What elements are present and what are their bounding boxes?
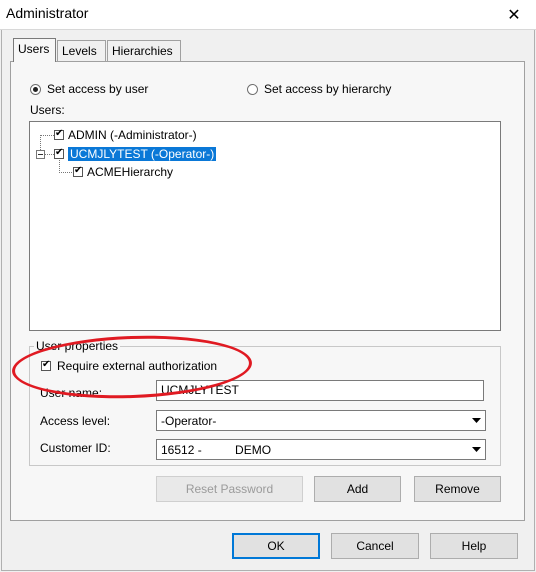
customer-id-label: Customer ID: xyxy=(40,441,111,455)
tab-users[interactable]: Users xyxy=(13,38,56,62)
checkbox-checked-icon xyxy=(41,359,51,371)
checkbox-checked-icon[interactable] xyxy=(73,165,83,177)
help-button[interactable]: Help xyxy=(430,533,518,559)
radio-label-by-user: Set access by user xyxy=(47,82,149,96)
radio-selected-icon xyxy=(30,83,41,95)
radio-set-access-by-user[interactable]: Set access by user xyxy=(30,82,148,96)
tree-node-acmehierarchy[interactable]: ACMEHierarchy xyxy=(73,165,173,179)
tree-node-label: ADMIN (-Administrator-) xyxy=(68,128,197,142)
radio-label-by-hierarchy: Set access by hierarchy xyxy=(264,82,392,96)
tree-connector xyxy=(45,154,54,155)
close-icon: ✕ xyxy=(507,7,521,24)
reset-password-button[interactable]: Reset Password xyxy=(156,476,303,502)
ok-button[interactable]: OK xyxy=(232,533,320,559)
checkbox-checked-icon[interactable] xyxy=(54,147,64,159)
user-properties-label: User properties xyxy=(34,339,121,353)
tree-node-admin[interactable]: ADMIN (-Administrator-) xyxy=(54,128,197,142)
tree-connector xyxy=(40,135,54,136)
collapse-icon[interactable] xyxy=(36,150,45,159)
tree-connector xyxy=(59,172,72,173)
users-label: Users: xyxy=(30,103,65,117)
customer-id-value: 16512 - DEMO xyxy=(161,442,272,457)
chevron-down-icon[interactable] xyxy=(468,412,484,429)
tree-node-label: ACMEHierarchy xyxy=(87,165,174,179)
tree-node-ucmjlytest[interactable]: UCMJLYTEST (-Operator-) xyxy=(54,147,217,161)
customer-id-select[interactable]: 16512 - DEMO xyxy=(156,439,486,460)
access-level-label: Access level: xyxy=(40,414,111,428)
cancel-button[interactable]: Cancel xyxy=(331,533,419,559)
remove-button[interactable]: Remove xyxy=(414,476,501,502)
checkbox-checked-icon[interactable] xyxy=(54,128,64,140)
chevron-down-icon[interactable] xyxy=(468,441,484,458)
require-external-authorization-label: Require external authorization xyxy=(57,359,218,373)
access-level-select[interactable]: -Operator- xyxy=(156,410,486,431)
user-name-label: User name: xyxy=(40,386,103,400)
require-external-authorization-checkbox[interactable]: Require external authorization xyxy=(41,359,217,373)
close-button[interactable]: ✕ xyxy=(494,0,534,30)
tree-node-label-selected: UCMJLYTEST (-Operator-) xyxy=(68,147,217,161)
tab-levels[interactable]: Levels xyxy=(57,40,106,61)
window-title: Administrator xyxy=(6,5,89,21)
radio-set-access-by-hierarchy[interactable]: Set access by hierarchy xyxy=(247,82,391,96)
access-level-value: -Operator- xyxy=(161,413,217,428)
users-tree[interactable]: ADMIN (-Administrator-) UCMJLYTEST (-Ope… xyxy=(29,121,501,331)
add-button[interactable]: Add xyxy=(314,476,401,502)
radio-unselected-icon xyxy=(247,83,258,95)
tab-hierarchies[interactable]: Hierarchies xyxy=(107,40,181,61)
user-name-field[interactable]: UCMJLYTEST xyxy=(156,380,484,401)
